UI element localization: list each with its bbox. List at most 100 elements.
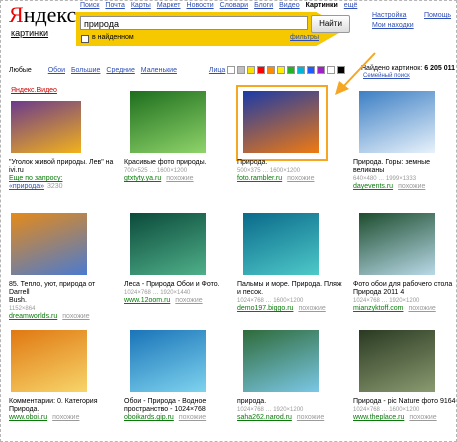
- color-swatch[interactable]: [237, 66, 245, 74]
- result-source-line: Еще по запросу:: [9, 175, 117, 183]
- result-source-link[interactable]: www.oboi.ru: [9, 414, 47, 421]
- result-title-line2[interactable]: ivi.ru: [9, 167, 117, 175]
- similar-link[interactable]: похожие: [179, 414, 206, 421]
- result-source-link[interactable]: dayevents.ru: [353, 183, 393, 190]
- result-thumbnail[interactable]: [359, 213, 435, 275]
- color-swatch[interactable]: [287, 66, 295, 74]
- nav-item[interactable]: Почта: [105, 2, 124, 9]
- color-swatch[interactable]: [317, 66, 325, 74]
- result-thumbnail[interactable]: [11, 101, 81, 153]
- result-caption: Красивые фото природы. 700×525 … 1600×120…: [124, 159, 232, 183]
- nav-item[interactable]: Блоги: [254, 2, 273, 9]
- color-swatch[interactable]: [307, 66, 315, 74]
- result-title[interactable]: 85. Тепло, уют, природа от Darrell: [9, 281, 117, 297]
- result-thumbnail[interactable]: [243, 213, 319, 275]
- result-source-link[interactable]: demo197.biggo.ru: [237, 305, 293, 312]
- result-caption: Обои - Природа - Водное пространство - 10…: [124, 398, 232, 422]
- result-source-link[interactable]: oboikards.gip.ru: [124, 414, 174, 421]
- color-swatch[interactable]: [257, 66, 265, 74]
- result-thumbnail[interactable]: [11, 213, 87, 275]
- similar-link[interactable]: похожие: [62, 313, 89, 320]
- nav-item[interactable]: Словари: [220, 2, 248, 9]
- search-button[interactable]: Найти: [311, 15, 350, 33]
- result-title-line2[interactable]: и песок.: [237, 289, 345, 297]
- search-input[interactable]: природа: [80, 16, 308, 30]
- result-source-link[interactable]: www.12oom.ru: [124, 297, 170, 304]
- settings-link[interactable]: Настройка: [372, 12, 406, 19]
- result-caption: природа. 1024×768 … 1920×1200 saha262.naro…: [237, 398, 345, 422]
- result-source-link[interactable]: Еще по запросу:: [9, 175, 62, 182]
- color-swatch[interactable]: [277, 66, 285, 74]
- result-title[interactable]: Обои - Природа - Водное: [124, 398, 232, 406]
- nav-item[interactable]: Видео: [279, 2, 299, 9]
- result-source-link[interactable]: saha262.narod.ru: [237, 414, 292, 421]
- result-title[interactable]: Фото обои для рабочего стола: [353, 281, 456, 289]
- result-sizes: 700×525 … 1600×1200: [124, 168, 188, 174]
- result-thumbnail[interactable]: [130, 213, 206, 275]
- result-source-line: www.oboi.ru похожие: [9, 414, 117, 422]
- service-name[interactable]: картинки: [11, 28, 76, 38]
- result-source-link[interactable]: mianzyktoff.com: [353, 305, 403, 312]
- result-sizes: 640×480 … 1999×1333: [353, 176, 417, 182]
- result-thumbnail[interactable]: [243, 330, 319, 392]
- result-source-link[interactable]: foto.rambler.ru: [237, 175, 282, 182]
- result-title-line2[interactable]: Природа 2011 4: [353, 289, 456, 297]
- yandex-video-link[interactable]: Яндекс.Видео: [11, 87, 57, 94]
- color-swatch[interactable]: [267, 66, 275, 74]
- result-title[interactable]: Природа. Горы: земные великаны: [353, 159, 456, 175]
- size-large[interactable]: Большие: [71, 67, 100, 74]
- size-medium[interactable]: Средние: [106, 67, 134, 74]
- logo-letter: Я: [9, 2, 24, 27]
- nav-item[interactable]: Поиск: [80, 2, 99, 9]
- help-link[interactable]: Помощь: [424, 12, 451, 19]
- nav-item[interactable]: Карты: [131, 2, 151, 9]
- result-source-link[interactable]: dreamworlds.ru: [9, 313, 57, 320]
- result-title[interactable]: Природа - pic Nature фото 9164С: [353, 398, 456, 406]
- result-caption: Фото обои для рабочего стола Природа 2011…: [353, 281, 456, 313]
- result-title[interactable]: Природа.: [237, 159, 345, 167]
- my-finds-link[interactable]: Мои находки: [372, 22, 414, 29]
- size-small[interactable]: Маленькие: [141, 67, 177, 74]
- result-thumbnail[interactable]: [11, 330, 87, 392]
- nav-item[interactable]: Картинки: [306, 2, 338, 9]
- similar-link[interactable]: похожие: [398, 183, 425, 190]
- result-title[interactable]: "Уголок живой природы. Лев" на: [9, 159, 117, 167]
- result-thumbnail[interactable]: [359, 91, 435, 153]
- search-in-results-checkbox[interactable]: [81, 35, 89, 43]
- result-title[interactable]: Пальмы и море. Природа. Пляж: [237, 281, 345, 289]
- nav-item[interactable]: Маркет: [157, 2, 181, 9]
- nav-item[interactable]: ещё: [344, 2, 358, 9]
- color-swatch[interactable]: [297, 66, 305, 74]
- similar-link[interactable]: похожие: [298, 305, 325, 312]
- yandex-logo[interactable]: Яндекс картинки: [9, 2, 76, 39]
- result-thumbnail[interactable]: [130, 91, 206, 153]
- more-query-link[interactable]: «природа»: [9, 183, 44, 190]
- result-title[interactable]: природа.: [237, 398, 345, 406]
- result-thumbnail[interactable]: [359, 330, 435, 392]
- result-title-line2[interactable]: Природа.: [9, 406, 117, 414]
- color-swatch[interactable]: [247, 66, 255, 74]
- similar-link[interactable]: похожие: [52, 414, 79, 421]
- filters-link[interactable]: фильтры: [290, 34, 319, 41]
- result-title-line2[interactable]: Bush.: [9, 297, 117, 305]
- color-swatch[interactable]: [227, 66, 235, 74]
- result-source-link[interactable]: www.theplace.ru: [353, 414, 404, 421]
- size-any[interactable]: Любые: [9, 67, 32, 74]
- similar-link[interactable]: похожие: [408, 305, 435, 312]
- similar-link[interactable]: похожие: [409, 414, 436, 421]
- similar-link[interactable]: похожие: [175, 297, 202, 304]
- similar-link[interactable]: похожие: [287, 175, 314, 182]
- result-title[interactable]: Комментарии: 0. Категория: [9, 398, 117, 406]
- result-title[interactable]: Красивые фото природы.: [124, 159, 232, 167]
- result-source-link[interactable]: gtxtyty.ya.ru: [124, 175, 161, 182]
- result-title-line2[interactable]: пространство - 1024×768: [124, 406, 232, 414]
- nav-item[interactable]: Новости: [187, 2, 214, 9]
- result-title[interactable]: Леса - Природа Обои и Фото.: [124, 281, 232, 289]
- size-wallpaper[interactable]: Обои: [48, 67, 65, 74]
- result-thumbnail[interactable]: [130, 330, 206, 392]
- faces-filter[interactable]: Лица: [209, 67, 225, 74]
- result-caption: Природа - pic Nature фото 9164С 1024×768 …: [353, 398, 456, 422]
- similar-link[interactable]: похожие: [166, 175, 193, 182]
- result-caption: "Уголок живой природы. Лев" на ivi.ru Еще …: [9, 159, 117, 191]
- similar-link[interactable]: похожие: [297, 414, 324, 421]
